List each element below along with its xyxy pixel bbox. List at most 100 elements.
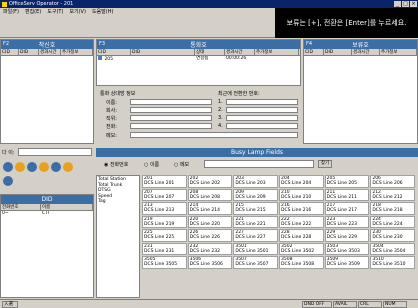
col-did[interactable]: DID: [131, 49, 195, 55]
blf-cell[interactable]: 3509 DCS Line 3509: [324, 256, 370, 269]
blf-cell[interactable]: 224 DCS Line 224: [370, 215, 415, 228]
menu-help[interactable]: 도움말(H): [92, 8, 113, 15]
radio-name[interactable]: ○ 이름: [144, 161, 159, 168]
col-elapsed[interactable]: 경과시간: [352, 49, 380, 55]
recent-3-field[interactable]: [226, 115, 298, 121]
dial-icon[interactable]: [3, 162, 13, 172]
blf-label: DCS Line 229: [326, 235, 357, 240]
blf-cell[interactable]: 221 DCS Line 221: [233, 215, 278, 228]
col-state[interactable]: 상태: [195, 49, 225, 55]
blf-cell[interactable]: 211 DCS Line 211: [324, 188, 370, 201]
col-did[interactable]: DID: [19, 49, 39, 55]
col-did[interactable]: DID: [324, 49, 352, 55]
blf-label: DCS Line 3508: [281, 262, 315, 267]
incoming-calls-panel: F2 착신호 CID DID 경과시간 추가정보: [0, 39, 94, 144]
blf-cell[interactable]: 203 DCS Line 203: [233, 175, 278, 188]
title-bar: OfficeServ Operator - 201 _ □ ×: [0, 0, 418, 8]
col-info[interactable]: 추가정보: [255, 49, 299, 55]
radio-memo[interactable]: ○ 메모: [174, 161, 189, 168]
blf-cell[interactable]: 225 DCS Line 225: [142, 229, 187, 242]
menu-tools[interactable]: 도구(T): [47, 8, 63, 15]
blf-cell[interactable]: 220 DCS Line 220: [187, 215, 233, 228]
blf-cell[interactable]: 3501 DCS Line 3501: [233, 242, 278, 255]
phone-field[interactable]: [130, 123, 212, 129]
recent-4-field[interactable]: [226, 123, 298, 129]
tree-item-tag[interactable]: Tag: [98, 199, 138, 205]
col-info[interactable]: 추가정보: [380, 49, 417, 55]
minimize-button[interactable]: _: [394, 1, 401, 7]
col-name[interactable]: 이름: [41, 204, 93, 210]
blf-cell[interactable]: 230 DCS Line 230: [370, 229, 415, 242]
blf-cell[interactable]: 213 DCS Line 213: [142, 202, 187, 215]
memo-label: 메모:: [106, 133, 117, 139]
hold-icon[interactable]: [15, 162, 25, 172]
blf-cell[interactable]: 226 DCS Line 226: [187, 229, 233, 242]
blf-search-input[interactable]: [204, 160, 314, 168]
recent-1-field[interactable]: [226, 99, 298, 105]
blf-cell[interactable]: 3510 DCS Line 3510: [370, 256, 415, 269]
col-elapsed[interactable]: 경과시간: [225, 49, 255, 55]
blf-label: DCS Line 227: [235, 235, 266, 240]
position-label: 직위:: [106, 116, 117, 122]
menu-file[interactable]: 파일(F): [3, 8, 19, 15]
blf-cell[interactable]: 204 DCS Line 204: [279, 175, 324, 188]
blf-cell[interactable]: 210 DCS Line 210: [279, 188, 324, 201]
column-header: CID DID 경과시간 추가정보: [304, 49, 417, 56]
position-field[interactable]: [130, 115, 212, 121]
blf-cell[interactable]: 206 DCS Line 206: [370, 175, 415, 188]
record-icon[interactable]: [3, 176, 13, 186]
blf-cell[interactable]: 229 DCS Line 229: [324, 229, 370, 242]
blf-cell[interactable]: 212 DCS Line 212: [370, 188, 415, 201]
blf-cell[interactable]: 216 DCS Line 216: [279, 202, 324, 215]
col-elapsed[interactable]: 경과시간: [39, 49, 61, 55]
blf-cell[interactable]: 208 DCS Line 208: [187, 188, 233, 201]
conference-icon[interactable]: [39, 162, 49, 172]
dnd-status: DND OFF: [302, 301, 332, 308]
memo-field[interactable]: [130, 132, 298, 138]
blf-cell[interactable]: 231 DCS Line 231: [142, 242, 187, 255]
park-icon[interactable]: [51, 162, 61, 172]
menu-edit[interactable]: 편집(E): [25, 8, 41, 15]
blf-cell[interactable]: 232 DCS Line 232: [187, 242, 233, 255]
release-icon[interactable]: [63, 162, 73, 172]
blf-cell[interactable]: 3503 DCS Line 3503: [324, 242, 370, 255]
blf-cell[interactable]: 228 DCS Line 228: [279, 229, 324, 242]
col-cid[interactable]: CID: [1, 49, 19, 55]
blf-cell[interactable]: 205 DCS Line 205: [324, 175, 370, 188]
blf-cell[interactable]: 222 DCS Line 222: [279, 215, 324, 228]
blf-cell[interactable]: 217 DCS Line 217: [324, 202, 370, 215]
dial-input[interactable]: [18, 148, 92, 156]
transfer-icon[interactable]: [27, 162, 37, 172]
radio-number[interactable]: ◉ 전화번호: [104, 161, 128, 168]
blf-cell[interactable]: 3502 DCS Line 3502: [279, 242, 324, 255]
blf-cell[interactable]: 219 DCS Line 219: [142, 215, 187, 228]
close-button[interactable]: ×: [410, 1, 417, 7]
find-button[interactable]: 찾기: [318, 160, 332, 168]
blf-cell[interactable]: 3505 DCS Line 3505: [142, 256, 187, 269]
blf-cell[interactable]: 223 DCS Line 223: [324, 215, 370, 228]
col-number[interactable]: 전화번호: [1, 204, 41, 210]
blf-cell[interactable]: 3507 DCS Line 3507: [233, 256, 278, 269]
col-cid[interactable]: CID: [97, 49, 131, 55]
table-row[interactable]: 0~ CTI: [1, 211, 93, 217]
blf-cell[interactable]: 202 DCS Line 202: [187, 175, 233, 188]
company-field[interactable]: [130, 107, 212, 113]
blf-cell[interactable]: 3504 DCS Line 3504: [370, 242, 415, 255]
name-field[interactable]: [130, 99, 212, 105]
blf-cell[interactable]: 209 DCS Line 209: [233, 188, 278, 201]
blf-cell[interactable]: 214 DCS Line 214: [187, 202, 233, 215]
maximize-button[interactable]: □: [402, 1, 409, 7]
recent-2-field[interactable]: [226, 107, 298, 113]
blf-cell[interactable]: 227 DCS Line 227: [233, 229, 278, 242]
blf-cell[interactable]: 3508 DCS Line 3508: [279, 256, 324, 269]
hold-calls-panel: F4 보류호 CID DID 경과시간 추가정보: [303, 39, 418, 144]
blf-cell[interactable]: 3506 DCS Line 3506: [187, 256, 233, 269]
blf-cell[interactable]: 215 DCS Line 215: [233, 202, 278, 215]
blf-cell[interactable]: 218 DCS Line 218: [370, 202, 415, 215]
blf-cell[interactable]: 201 DCS Line 201: [142, 175, 187, 188]
blf-cell[interactable]: 207 DCS Line 207: [142, 188, 187, 201]
menu-view[interactable]: 보기(V): [69, 8, 86, 15]
col-cid[interactable]: CID: [304, 49, 324, 55]
table-row[interactable]: 205 연결됨 00:00:26: [97, 56, 300, 62]
col-info[interactable]: 추가정보: [61, 49, 93, 55]
